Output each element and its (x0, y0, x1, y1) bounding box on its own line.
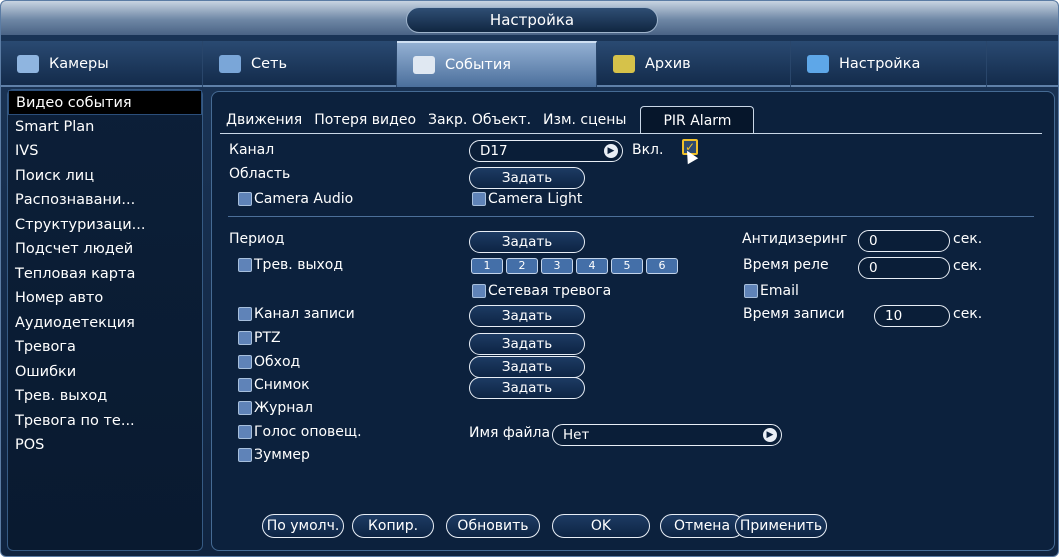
ptz-option[interactable]: PTZ (238, 330, 281, 346)
sidebar-item-temp-alarm[interactable]: Тревога по те... (8, 409, 202, 434)
email-checkbox[interactable] (744, 284, 758, 298)
camera-audio-option[interactable]: Camera Audio (238, 191, 353, 207)
output-4-box[interactable]: 4 (576, 258, 608, 274)
log-checkbox[interactable] (238, 401, 252, 415)
default-button[interactable]: По умолч. (262, 514, 344, 538)
main-window: Настройка Камеры Сеть События Архив Наст… (0, 0, 1059, 557)
file-name-label: Имя файла (469, 425, 551, 441)
output-6-box[interactable]: 6 (646, 258, 678, 274)
ok-button[interactable]: OK (552, 514, 650, 538)
event-subtabs: Движения Потеря видео Закр. Объект. Изм.… (220, 106, 755, 134)
subtab-pir-alarm[interactable]: PIR Alarm (640, 106, 755, 134)
section-divider (228, 216, 1034, 217)
subtab-motion[interactable]: Движения (220, 106, 308, 134)
sidebar-item-video-events[interactable]: Видео события (8, 90, 202, 115)
camera-light-option[interactable]: Camera Light (472, 191, 582, 207)
buzzer-option[interactable]: Зуммер (238, 447, 310, 463)
camera-light-checkbox[interactable] (472, 192, 486, 206)
sidebar-item-audio-detection[interactable]: Аудиодетекция (8, 311, 202, 336)
relay-time-label: Время реле (743, 257, 829, 273)
sidebar-item-face-search[interactable]: Поиск лиц (8, 164, 202, 189)
sidebar-item-people-counting[interactable]: Подсчет людей (8, 237, 202, 262)
tab-archive[interactable]: Архив (597, 41, 791, 87)
copy-button[interactable]: Копир. (352, 514, 434, 538)
channel-label: Канал (229, 142, 275, 158)
period-set-button[interactable]: Задать (469, 231, 585, 253)
enable-label: Вкл. (632, 142, 664, 158)
tour-checkbox[interactable] (238, 355, 252, 369)
network-icon (219, 55, 241, 73)
tour-set-button[interactable]: Задать (469, 356, 585, 378)
voice-prompt-option[interactable]: Голос оповещ. (238, 424, 362, 440)
sidebar-item-errors[interactable]: Ошибки (8, 360, 202, 385)
events-icon (413, 56, 435, 74)
record-time-label: Время записи (743, 306, 845, 322)
sidebar-item-smart-plan[interactable]: Smart Plan (8, 115, 202, 140)
antidither-unit: сек. (953, 231, 983, 247)
relay-time-unit: сек. (953, 258, 983, 274)
archive-icon (613, 55, 635, 73)
channel-select[interactable]: D17 ▶ (469, 140, 623, 162)
output-2-box[interactable]: 2 (506, 258, 538, 274)
sidebar-item-alarm[interactable]: Тревога (8, 335, 202, 360)
sidebar-item-license-plate[interactable]: Номер авто (8, 286, 202, 311)
record-channel-set-button[interactable]: Задать (469, 305, 585, 327)
refresh-button[interactable]: Обновить (446, 514, 540, 538)
dropdown-arrow-icon: ▶ (763, 428, 777, 442)
record-time-unit: сек. (953, 306, 983, 322)
antidither-input[interactable]: 0 (858, 230, 950, 252)
apply-button[interactable]: Применить (735, 514, 827, 538)
dropdown-arrow-icon: ▶ (604, 144, 618, 158)
top-tab-bar: Камеры Сеть События Архив Настройка (1, 41, 1058, 87)
record-channel-checkbox[interactable] (238, 307, 252, 321)
settings-panel: Движения Потеря видео Закр. Объект. Изм.… (211, 91, 1055, 551)
period-label: Период (229, 231, 285, 247)
file-name-select[interactable]: Нет ▶ (552, 424, 782, 446)
subtab-underline (220, 133, 1042, 134)
tab-network[interactable]: Сеть (203, 41, 397, 87)
sidebar-item-structuring[interactable]: Структуризаци... (8, 213, 202, 238)
area-set-button[interactable]: Задать (469, 167, 585, 189)
tour-option[interactable]: Обход (238, 354, 300, 370)
sidebar-item-alarm-output[interactable]: Трев. выход (8, 384, 202, 409)
alarm-output-option[interactable]: Трев. выход (238, 257, 343, 273)
snapshot-checkbox[interactable] (238, 378, 252, 392)
settings-icon (807, 55, 829, 73)
window-title: Настройка (406, 7, 658, 33)
tab-events[interactable]: События (397, 41, 597, 87)
voice-prompt-checkbox[interactable] (238, 425, 252, 439)
subtab-video-loss[interactable]: Потеря видео (308, 106, 422, 134)
sidebar-item-recognition[interactable]: Распознавани... (8, 188, 202, 213)
ptz-checkbox[interactable] (238, 331, 252, 345)
area-label: Область (229, 166, 291, 182)
snapshot-option[interactable]: Снимок (238, 377, 310, 393)
output-1-box[interactable]: 1 (471, 258, 503, 274)
email-option[interactable]: Email (744, 283, 799, 299)
output-5-box[interactable]: 5 (611, 258, 643, 274)
snapshot-set-button[interactable]: Задать (469, 377, 585, 399)
subtab-tampering[interactable]: Закр. Объект. (422, 106, 537, 134)
subtab-scene-change[interactable]: Изм. сцены (537, 106, 632, 134)
sidebar-item-heat-map[interactable]: Тепловая карта (8, 262, 202, 287)
camera-audio-checkbox[interactable] (238, 192, 252, 206)
buzzer-checkbox[interactable] (238, 448, 252, 462)
title-bar: Настройка (1, 1, 1058, 35)
tab-cameras[interactable]: Камеры (1, 41, 203, 87)
record-channel-option[interactable]: Канал записи (238, 306, 355, 322)
alarm-output-checkbox[interactable] (238, 258, 252, 272)
relay-time-input[interactable]: 0 (858, 257, 950, 279)
sidebar-item-ivs[interactable]: IVS (8, 139, 202, 164)
tab-settings[interactable]: Настройка (791, 41, 987, 87)
sidebar: Видео события Smart Plan IVS Поиск лиц Р… (7, 89, 203, 551)
output-3-box[interactable]: 3 (541, 258, 573, 274)
camera-icon (17, 55, 39, 73)
network-alarm-option[interactable]: Сетевая тревога (472, 283, 611, 299)
antidither-label: Антидизеринг (742, 231, 848, 247)
network-alarm-checkbox[interactable] (472, 284, 486, 298)
ptz-set-button[interactable]: Задать (469, 333, 585, 355)
cancel-button[interactable]: Отмена (660, 514, 744, 538)
sidebar-item-pos[interactable]: POS (8, 433, 202, 458)
record-time-input[interactable]: 10 (874, 305, 950, 327)
log-option[interactable]: Журнал (238, 400, 313, 416)
